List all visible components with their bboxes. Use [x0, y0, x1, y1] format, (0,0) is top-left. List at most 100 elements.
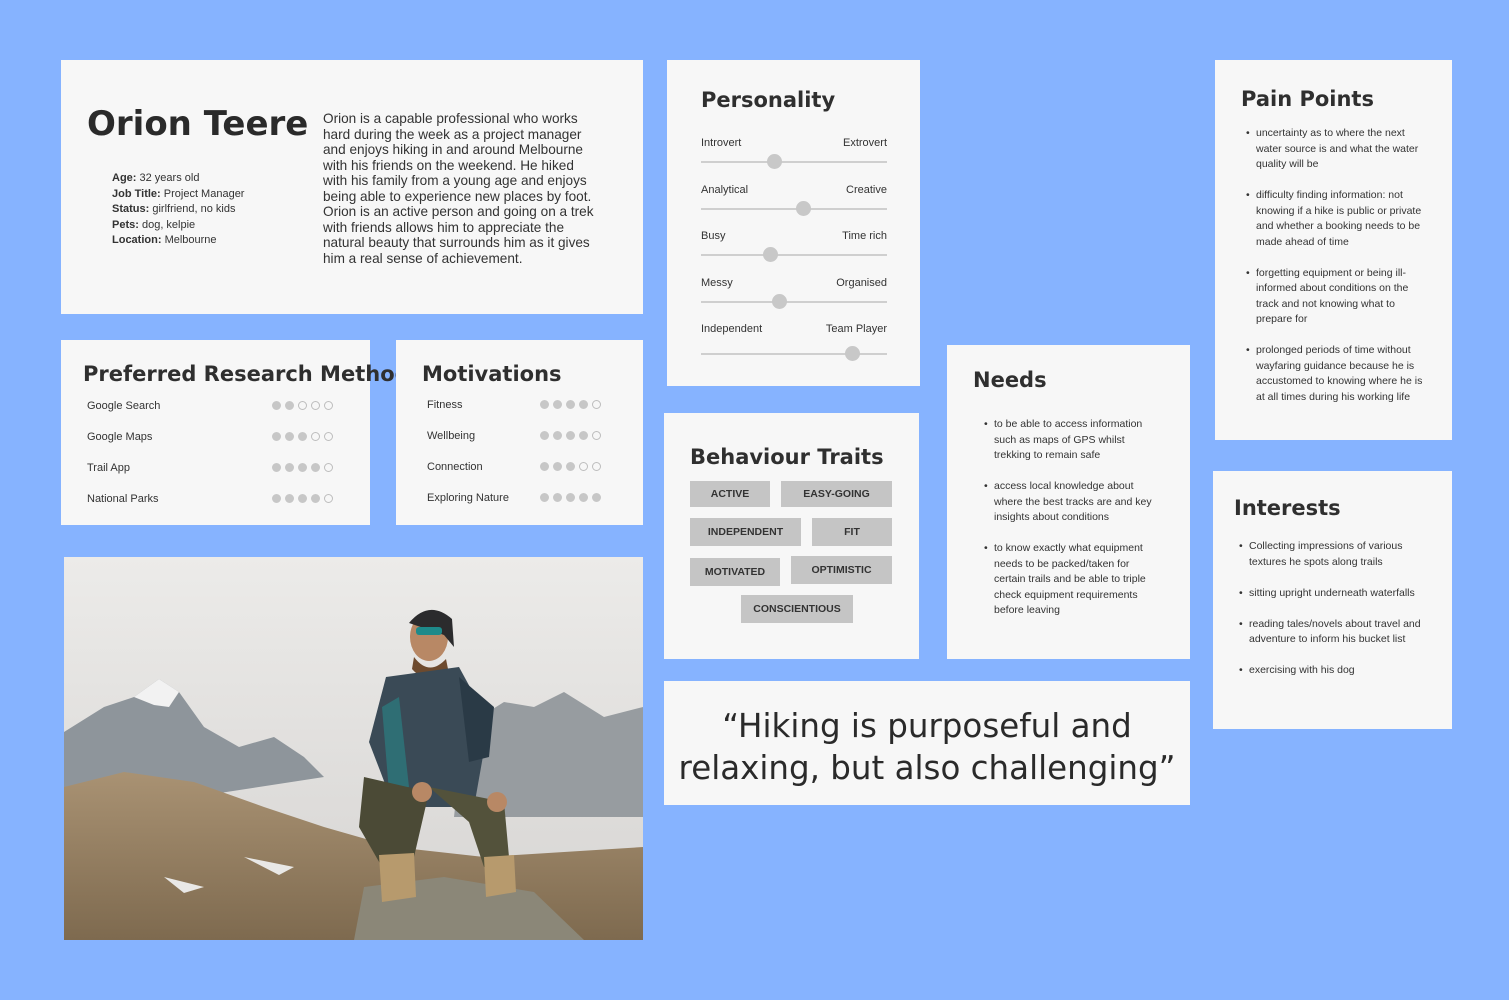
- rating-dot-filled: [298, 494, 307, 503]
- rating-dot-filled: [298, 432, 307, 441]
- detail-age: Age: 32 years old: [112, 172, 200, 184]
- trait-tag: ACTIVE: [690, 481, 770, 507]
- persona-quote: “Hiking is purposeful and relaxing, but …: [678, 707, 1176, 787]
- trait-tag: INDEPENDENT: [690, 518, 801, 546]
- rating-dot-empty: [592, 431, 601, 440]
- rating-dot-filled: [311, 463, 320, 472]
- rating-label: Exploring Nature: [427, 492, 509, 504]
- personality-slider: Independent Team Player: [701, 323, 887, 361]
- rating-dot-filled: [272, 401, 281, 410]
- list-item: access local knowledge about where the b…: [984, 479, 1154, 526]
- rating-dot-filled: [579, 493, 588, 502]
- rating-dot-filled: [553, 431, 562, 440]
- personality-slider: Busy Time rich: [701, 230, 887, 264]
- slider-right-label: Extrovert: [842, 137, 887, 149]
- detail-location: Location: Melbourne: [112, 234, 217, 246]
- rating-dot-filled: [553, 400, 562, 409]
- rating-dots: [272, 401, 333, 410]
- persona-bio: Orion is a capable professional who work…: [323, 111, 594, 266]
- list-item: prolonged periods of time without wayfar…: [1246, 343, 1426, 405]
- slider-knob: [796, 200, 812, 216]
- rating-dot-filled: [298, 463, 307, 472]
- rating-dot-filled: [579, 431, 588, 440]
- slider-left-label: Analytical: [701, 183, 749, 196]
- list-item: uncertainty as to where the next water s…: [1246, 126, 1426, 173]
- rating-dots: [540, 431, 601, 440]
- rating-dots: [272, 432, 333, 441]
- slider-knob: [844, 346, 860, 361]
- rating-dot-filled: [285, 494, 294, 503]
- rating-label: Google Maps: [87, 431, 153, 443]
- research-methods-card: Preferred Research Methods Google Search…: [61, 340, 422, 525]
- personality-card: Personality Introvert Extrovert Analytical…: [667, 60, 920, 386]
- quote-card: “Hiking is purposeful and relaxing, but …: [664, 681, 1190, 805]
- rating-dots: [272, 463, 333, 472]
- behaviour-traits-card: Behaviour Traits ACTIVE EASY-GOING INDEP…: [664, 413, 919, 659]
- rating-dots: [272, 494, 333, 503]
- detail-status: Status: girlfriend, no kids: [112, 203, 236, 215]
- list-item: forgetting equipment or being ill-inform…: [1246, 266, 1426, 328]
- slider-track: [701, 207, 887, 210]
- rating-dot-filled: [285, 432, 294, 441]
- rating-dot-empty: [324, 494, 333, 503]
- rating-dot-filled: [311, 494, 320, 503]
- list-item: difficulty finding information: not know…: [1246, 188, 1426, 250]
- list-item: sitting upright underneath waterfalls: [1239, 586, 1424, 602]
- rating-dot-filled: [540, 400, 549, 409]
- detail-pets: Pets: dog, kelpie: [112, 218, 196, 231]
- rating-dot-empty: [592, 400, 601, 409]
- personality-slider: Messy Organised: [701, 277, 887, 311]
- needs-list: to be able to access information such as…: [984, 417, 1154, 634]
- list-item: reading tales/novels about travel and ad…: [1239, 617, 1424, 648]
- list-item: exercising with his dog: [1239, 663, 1424, 679]
- personality-slider: Analytical Creative: [701, 184, 887, 218]
- rating-dot-filled: [285, 463, 294, 472]
- rating-label: Trail App: [87, 462, 131, 474]
- behaviour-traits-title: Behaviour Traits: [690, 445, 884, 469]
- slider-track: [701, 161, 887, 163]
- rating-dot-empty: [311, 401, 320, 410]
- trait-tag: MOTIVATED: [690, 558, 780, 586]
- persona-details: Age: 32 years old Job Title: Project Man…: [112, 171, 244, 249]
- slider-track: [701, 300, 887, 303]
- rating-dot-filled: [579, 400, 588, 409]
- rating-dot-empty: [592, 462, 601, 471]
- trait-tag: CONSCIENTIOUS: [741, 595, 853, 623]
- slider-left-label: Busy: [701, 230, 726, 242]
- rating-dot-filled: [540, 462, 549, 471]
- rating-dot-filled: [566, 431, 575, 440]
- rating-dot-filled: [566, 493, 575, 502]
- slider-left-label: Introvert: [701, 137, 742, 149]
- interests-title: Interests: [1234, 496, 1341, 520]
- trait-tag: FIT: [812, 518, 892, 546]
- personality-title: Personality: [701, 88, 836, 112]
- slider-left-label: Independent: [701, 323, 763, 335]
- persona-photo: [64, 557, 643, 940]
- rating-dot-filled: [566, 400, 575, 409]
- rating-label: Connection: [427, 461, 483, 473]
- needs-title: Needs: [973, 368, 1047, 392]
- rating-dot-empty: [298, 401, 307, 410]
- rating-dot-empty: [324, 401, 333, 410]
- rating-dot-filled: [272, 463, 281, 472]
- rating-label: Wellbeing: [427, 430, 476, 442]
- mountain-hiker-image: [64, 557, 643, 940]
- rating-dot-empty: [579, 462, 588, 471]
- rating-dot-filled: [592, 493, 601, 502]
- rating-label: National Parks: [87, 493, 159, 505]
- rating-dot-empty: [324, 463, 333, 472]
- motivations-title: Motivations: [422, 362, 562, 386]
- rating-dot-filled: [553, 462, 562, 471]
- slider-left-label: Messy: [701, 276, 733, 289]
- rating-dot-empty: [311, 432, 320, 441]
- persona-name: Orion Teere: [87, 104, 309, 144]
- rating-dots: [540, 400, 601, 409]
- slider-right-label: Time rich: [842, 230, 887, 242]
- rating-dots: [540, 493, 601, 502]
- trait-tag: OPTIMISTIC: [791, 556, 892, 584]
- slider-knob: [766, 154, 782, 169]
- slider-knob: [762, 247, 778, 262]
- research-methods-title: Preferred Research Methods: [83, 362, 423, 386]
- list-item: to be able to access information such as…: [984, 417, 1154, 464]
- rating-label: Fitness: [427, 399, 463, 411]
